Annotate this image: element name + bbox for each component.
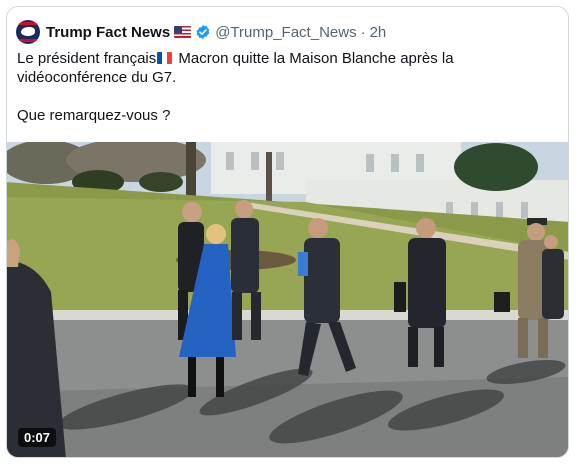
tweet-text: Le président français Macron quitte la M… (17, 49, 557, 125)
us-flag-icon (174, 26, 192, 38)
author-handle[interactable]: @Trump_Fact_News (215, 24, 356, 41)
video-frame (7, 142, 568, 457)
tweet-header: Trump Fact News @Trump_Fact_News · 2h (16, 18, 386, 46)
tweet-card[interactable]: Trump Fact News @Trump_Fact_News · 2h Le… (6, 6, 569, 458)
tweet-text-line-3: Que remarquez-vous ? (17, 107, 171, 124)
tweet-text-line-1: Le président français Macron quitte la M… (17, 49, 557, 68)
text-line1-end: Macron quitte la Maison Blanche après la (174, 50, 454, 67)
tweet-text-line-2: vidéoconférence du G7. (17, 69, 177, 86)
video-player[interactable]: 0:07 (7, 142, 568, 457)
author-name[interactable]: Trump Fact News (46, 24, 170, 41)
separator-dot: · (360, 23, 366, 41)
france-flag-icon (157, 52, 173, 64)
video-duration-badge: 0:07 (18, 428, 57, 447)
text-line1-start: Le président français (17, 50, 157, 67)
tweet-time[interactable]: 2h (370, 24, 387, 41)
avatar[interactable] (16, 20, 40, 44)
verified-badge-icon (196, 25, 210, 39)
